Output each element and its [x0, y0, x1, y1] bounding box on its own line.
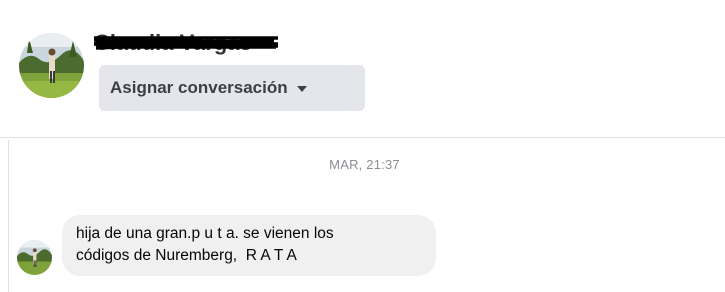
assign-conversation-label: Asignar conversación [110, 78, 288, 97]
message-timestamp: MAR, 21:37 [329, 157, 400, 172]
message-bubble[interactable]: hija de una gran.p u t a. se vienen los … [62, 215, 436, 276]
contact-avatar[interactable] [19, 33, 84, 98]
sender-avatar[interactable] [17, 240, 52, 275]
sender-photo [17, 240, 52, 275]
assign-conversation-button[interactable]: Asignar conversación [99, 65, 365, 111]
message-line: códigos de Nuremberg, R A T A [76, 247, 297, 264]
contact-name: Claudia Vargas [94, 32, 278, 54]
contact-photo [19, 33, 84, 98]
message-line: hija de una gran.p u t a. se vienen los [76, 225, 334, 242]
conversation-header: Claudia Vargas Asignar conversación [0, 0, 725, 138]
caret-down-icon [296, 86, 307, 92]
redaction-scribble [94, 36, 278, 50]
conversation-page: Claudia Vargas Asignar conversación MAR,… [0, 0, 725, 292]
